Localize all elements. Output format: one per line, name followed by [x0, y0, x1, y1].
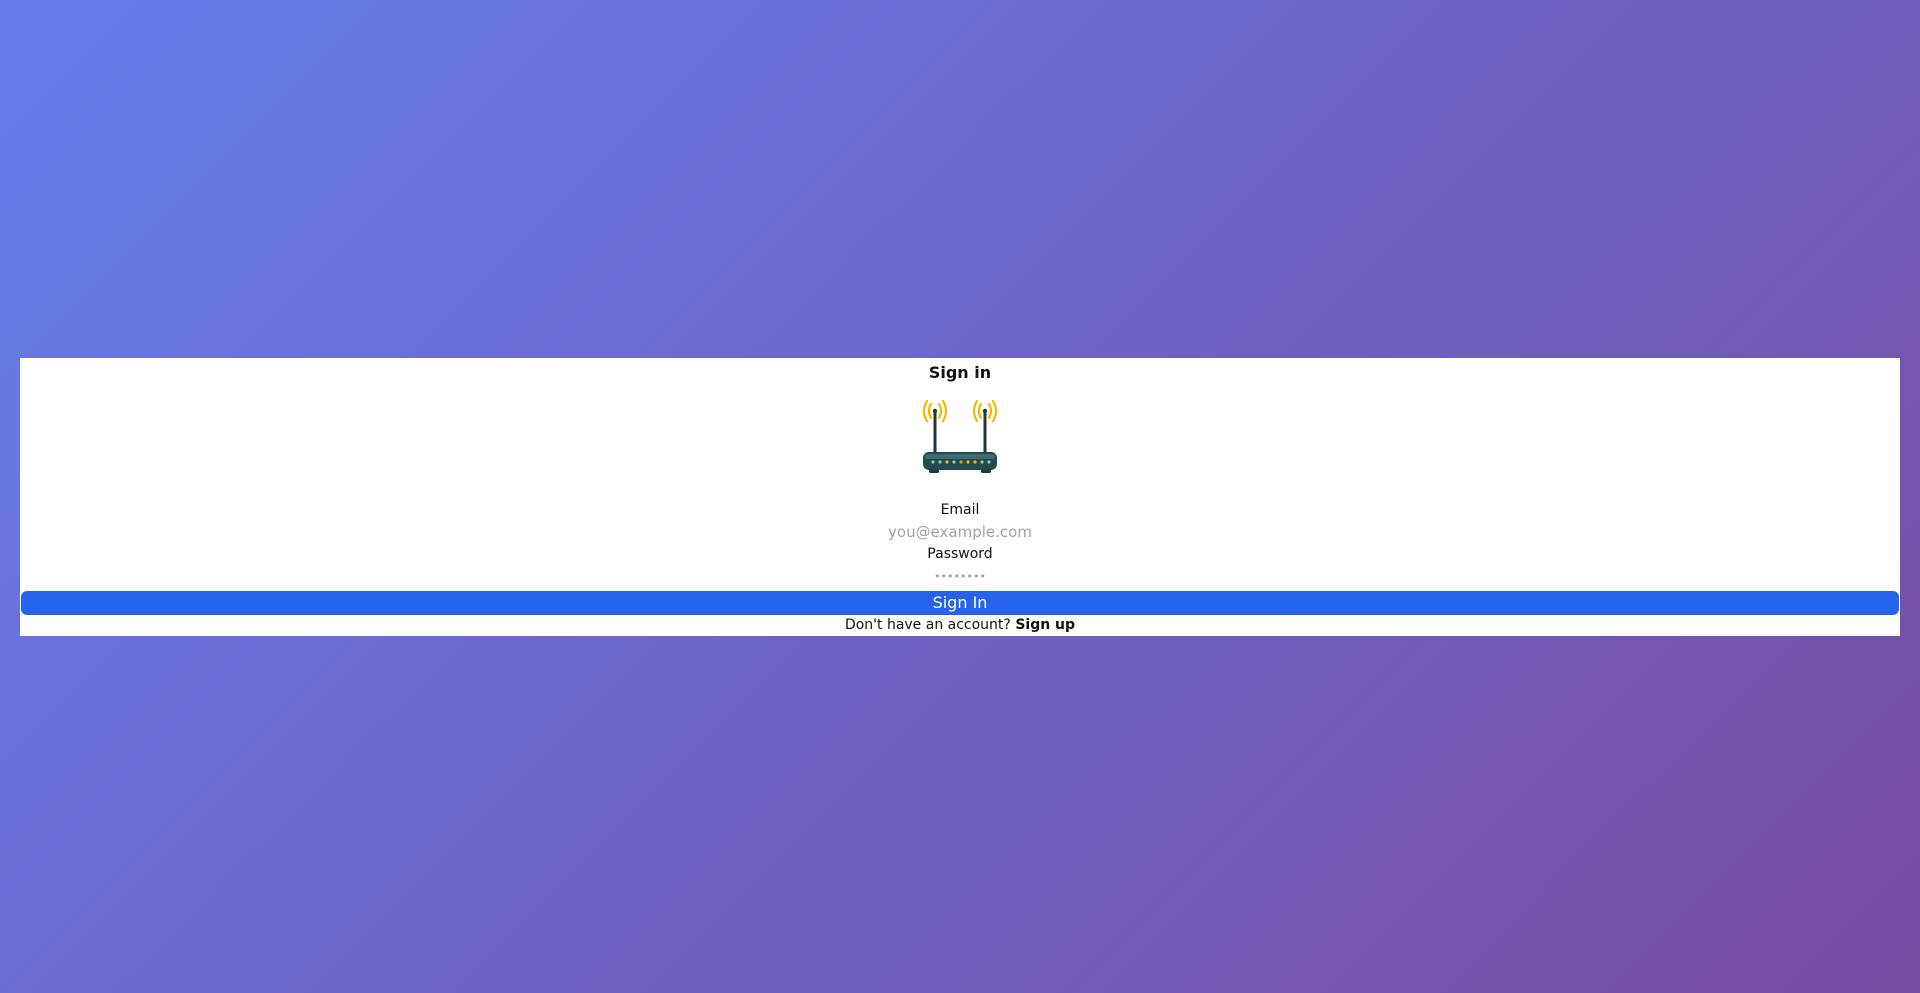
email-label: Email: [940, 502, 980, 518]
page-title: Sign in: [928, 363, 992, 382]
email-field[interactable]: [820, 521, 1100, 543]
signup-prompt: Don't have an account? Sign up: [20, 615, 1900, 635]
password-label: Password: [927, 546, 993, 562]
password-field[interactable]: [820, 565, 1100, 587]
signin-card: Sign in Email you@example.com Password S…: [20, 358, 1900, 636]
signup-link[interactable]: Sign up: [1015, 617, 1075, 633]
wifi-router-icon: [922, 399, 998, 473]
signup-prompt-text: Don't have an account?: [844, 617, 1011, 633]
signin-button[interactable]: Sign In: [21, 591, 1899, 615]
